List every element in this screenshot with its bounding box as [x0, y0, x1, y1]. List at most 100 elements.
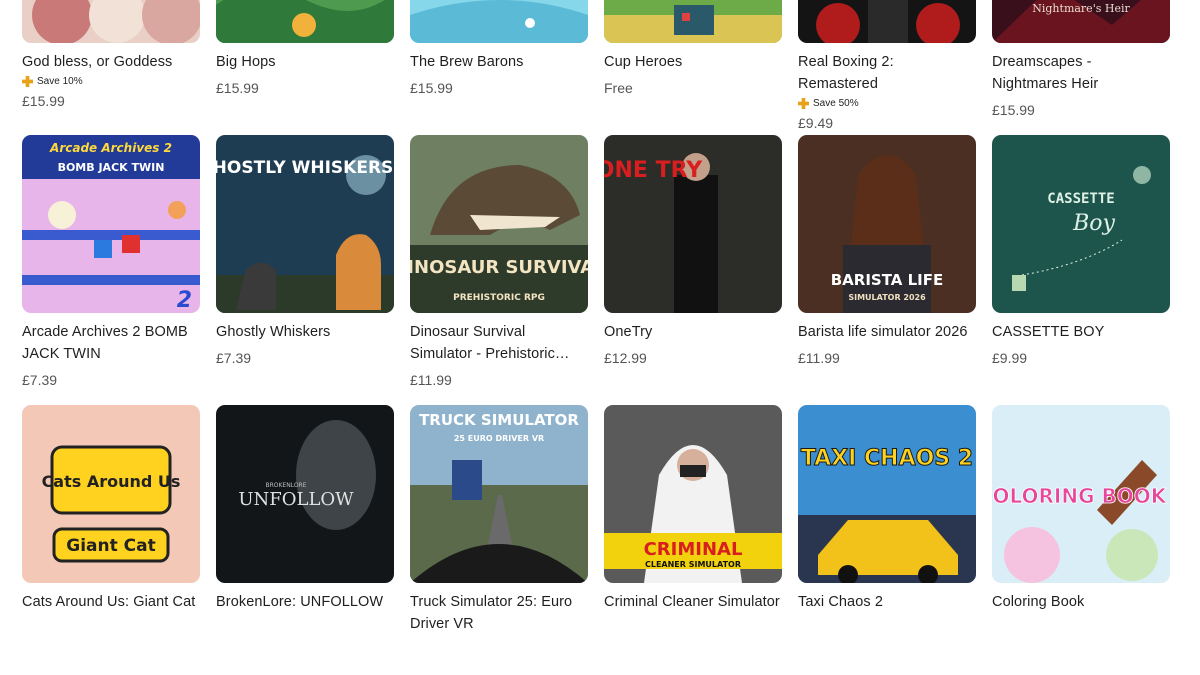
cats-around-us-art: Cats Around Us Giant Cat	[22, 405, 200, 583]
product-thumbnail[interactable]: TRUCK SIMULATOR 25 EURO DRIVER VR	[410, 405, 588, 583]
promo-text: Save 10%	[37, 75, 83, 87]
product-title[interactable]: Barista life simulator 2026	[798, 321, 976, 343]
dinosaur-survival-art: DINOSAUR SURVIVAL PREHISTORIC RPG	[410, 135, 588, 313]
product-title[interactable]: Arcade Archives 2 BOMB JACK TWIN	[22, 321, 200, 365]
big-hops-art	[216, 0, 394, 43]
product-thumbnail[interactable]	[410, 0, 588, 43]
product-card[interactable]: Cats Around Us Giant Cat Cats Around Us:…	[22, 405, 200, 675]
product-thumbnail[interactable]	[216, 0, 394, 43]
art-title-text: Nightmare's Heir	[1032, 2, 1130, 15]
product-card[interactable]: COLORING BOOK Coloring Book	[992, 405, 1170, 675]
product-card[interactable]: GHOSTLY WHISKERS Ghostly Whiskers £7.39	[216, 135, 394, 405]
art-title-text: COLORING BOOK	[992, 484, 1168, 508]
art-subtitle-text: BOMB JACK TWIN	[58, 161, 165, 174]
product-thumbnail[interactable]: CRIMINAL CLEANER SIMULATOR	[604, 405, 782, 583]
art-title-text: GHOSTLY WHISKERS	[216, 158, 393, 178]
product-thumbnail[interactable]	[798, 0, 976, 43]
product-price: £9.99	[992, 350, 1028, 366]
brew-barons-art	[410, 0, 588, 43]
product-title[interactable]: Cats Around Us: Giant Cat	[22, 591, 200, 613]
product-title[interactable]: The Brew Barons	[410, 51, 588, 73]
promo-badge: Save 10%	[22, 74, 200, 88]
product-title[interactable]: Big Hops	[216, 51, 394, 73]
product-title[interactable]: Dreamscapes - Nightmares Heir	[992, 51, 1170, 95]
product-thumbnail[interactable]: Cats Around Us Giant Cat	[22, 405, 200, 583]
product-price: £11.99	[798, 350, 840, 366]
dreamscapes-art: Nightmare's Heir	[992, 0, 1170, 43]
art-subtitle-text: Boy	[1072, 211, 1115, 236]
product-thumbnail[interactable]: Arcade Archives 2 BOMB JACK TWIN 2	[22, 135, 200, 313]
art-title-text: DINOSAUR SURVIVAL	[410, 257, 588, 278]
product-thumbnail[interactable]	[604, 0, 782, 43]
product-card[interactable]: Arcade Archives 2 BOMB JACK TWIN 2 Arcad…	[22, 135, 200, 405]
art-title-text: TAXI CHAOS 2	[801, 446, 973, 471]
product-title[interactable]: CASSETTE BOY	[992, 321, 1170, 343]
art-subtitle-text: BROKENLORE	[265, 482, 306, 489]
criminal-cleaner-art: CRIMINAL CLEANER SIMULATOR	[604, 405, 782, 583]
art-title-text: Arcade Archives 2	[49, 141, 172, 155]
product-card[interactable]: CASSETTE Boy CASSETTE BOY £9.99	[992, 135, 1170, 405]
product-thumbnail[interactable]: BROKENLORE UNFOLLOW	[216, 405, 394, 583]
product-thumbnail[interactable]: BARISTA LIFE SIMULATOR 2026	[798, 135, 976, 313]
ps-plus-icon	[22, 75, 33, 87]
art-title-text: Cats Around Us	[42, 472, 181, 491]
product-title[interactable]: Ghostly Whiskers	[216, 321, 394, 343]
art-subtitle-text: Giant Cat	[66, 536, 155, 556]
product-grid: God bless, or Goddess Save 10% £15.99 Bi…	[22, 0, 1170, 675]
product-card[interactable]: DINOSAUR SURVIVAL PREHISTORIC RPG Dinosa…	[410, 135, 588, 405]
product-thumbnail[interactable]: DINOSAUR SURVIVAL PREHISTORIC RPG	[410, 135, 588, 313]
product-title[interactable]: OneTry	[604, 321, 782, 343]
product-card[interactable]: TRUCK SIMULATOR 25 EURO DRIVER VR Truck …	[410, 405, 588, 675]
promo-badge: Save 50%	[798, 96, 976, 110]
product-title[interactable]: God bless, or Goddess	[22, 51, 200, 73]
product-price: £15.99	[410, 80, 453, 96]
onetry-art: ONE TRY	[604, 135, 782, 313]
product-title[interactable]: Truck Simulator 25: Euro Driver VR	[410, 591, 588, 635]
product-price: £11.99	[410, 372, 452, 388]
product-card[interactable]: God bless, or Goddess Save 10% £15.99	[22, 0, 200, 135]
product-thumbnail[interactable]	[22, 0, 200, 43]
product-price: £15.99	[22, 93, 65, 109]
svg-text:2: 2	[177, 288, 192, 313]
cassette-boy-art: CASSETTE Boy	[992, 135, 1170, 313]
coloring-book-art: COLORING BOOK	[992, 405, 1170, 583]
product-thumbnail[interactable]: TAXI CHAOS 2	[798, 405, 976, 583]
barista-life-art: BARISTA LIFE SIMULATOR 2026	[798, 135, 976, 313]
product-title[interactable]: BrokenLore: UNFOLLOW	[216, 591, 394, 613]
product-card[interactable]: BROKENLORE UNFOLLOW BrokenLore: UNFOLLOW	[216, 405, 394, 675]
product-title[interactable]: Real Boxing 2: Remastered	[798, 51, 976, 95]
product-title[interactable]: Cup Heroes	[604, 51, 782, 73]
product-card[interactable]: Big Hops £15.99	[216, 0, 394, 135]
product-title[interactable]: Taxi Chaos 2	[798, 591, 976, 613]
cup-heroes-art	[604, 0, 782, 43]
product-thumbnail[interactable]: CASSETTE Boy	[992, 135, 1170, 313]
product-thumbnail[interactable]: ONE TRY	[604, 135, 782, 313]
art-title-text: UNFOLLOW	[238, 489, 354, 510]
god-bless-art	[22, 0, 200, 43]
art-title-text: CASSETTE	[1047, 191, 1114, 207]
product-card[interactable]: ONE TRY OneTry £12.99	[604, 135, 782, 405]
product-thumbnail[interactable]: Nightmare's Heir	[992, 0, 1170, 43]
product-thumbnail[interactable]: GHOSTLY WHISKERS	[216, 135, 394, 313]
art-title-text: CRIMINAL	[644, 539, 743, 560]
product-title[interactable]: Dinosaur Survival Simulator - Prehistori…	[410, 321, 588, 365]
product-price: £7.39	[22, 372, 58, 388]
real-boxing-art	[798, 0, 976, 43]
taxi-chaos-art: TAXI CHAOS 2	[798, 405, 976, 583]
product-title[interactable]: Coloring Book	[992, 591, 1170, 613]
product-title[interactable]: Criminal Cleaner Simulator	[604, 591, 782, 613]
promo-text: Save 50%	[813, 97, 859, 109]
product-card[interactable]: CRIMINAL CLEANER SIMULATOR Criminal Clea…	[604, 405, 782, 675]
product-card[interactable]: Real Boxing 2: Remastered Save 50% £9.49	[798, 0, 976, 135]
ghostly-whiskers-art: GHOSTLY WHISKERS	[216, 135, 394, 313]
product-thumbnail[interactable]: COLORING BOOK	[992, 405, 1170, 583]
art-title-text: ONE TRY	[604, 158, 703, 183]
product-card[interactable]: TAXI CHAOS 2 Taxi Chaos 2	[798, 405, 976, 675]
unfollow-art: BROKENLORE UNFOLLOW	[216, 405, 394, 583]
product-card[interactable]: Nightmare's Heir Dreamscapes - Nightmare…	[992, 0, 1170, 135]
art-subtitle-text: 25 EURO DRIVER VR	[454, 434, 544, 443]
product-card[interactable]: Cup Heroes Free	[604, 0, 782, 135]
product-card[interactable]: The Brew Barons £15.99	[410, 0, 588, 135]
art-subtitle-text: PREHISTORIC RPG	[453, 293, 545, 303]
product-card[interactable]: BARISTA LIFE SIMULATOR 2026 Barista life…	[798, 135, 976, 405]
